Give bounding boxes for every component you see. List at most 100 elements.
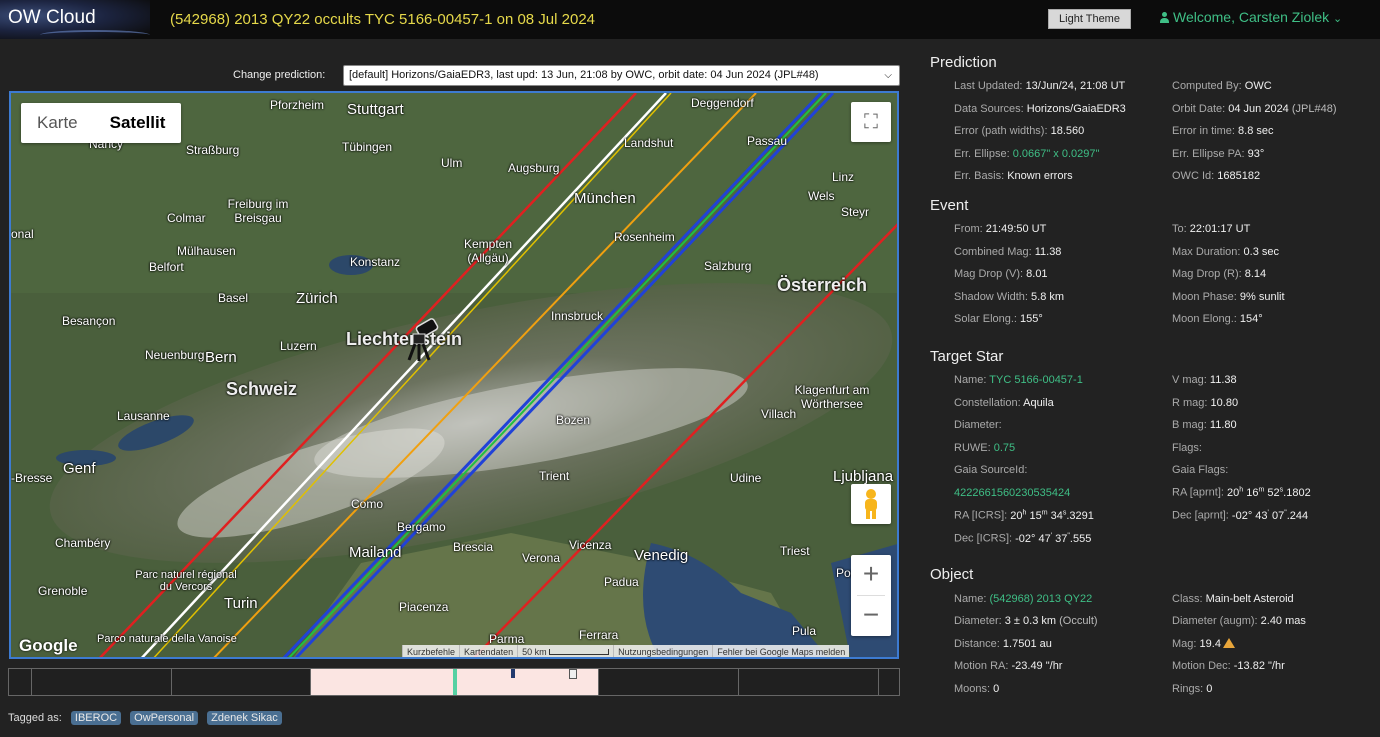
- place-label: Belfort: [149, 260, 184, 274]
- map-type-control: Karte Satellit: [21, 103, 182, 143]
- dec-icrs: Dec [ICRS]: -02° 47' 37".555: [954, 532, 1092, 545]
- place-label: Trient: [539, 469, 570, 483]
- gaia-source-id-link[interactable]: 4222661560230535424: [954, 487, 1070, 499]
- object-diameter: Diameter: 3 ± 0.3 km (Occult): [954, 615, 1098, 627]
- tag-badge[interactable]: IBEROC: [70, 711, 122, 725]
- place-label: Bern: [205, 349, 237, 366]
- zoom-in-button[interactable]: +: [851, 555, 891, 595]
- place-label: Basel: [218, 291, 249, 305]
- place-label: Piacenza: [399, 600, 449, 614]
- app-logo[interactable]: OW Cloud: [0, 0, 150, 39]
- map-type-karte-button[interactable]: Karte: [21, 103, 94, 143]
- timeline-bar[interactable]: [8, 668, 900, 696]
- fullscreen-icon: ⛶: [864, 111, 878, 133]
- timeline-tick: [878, 669, 879, 695]
- place-label: Österreich: [777, 275, 868, 295]
- solar-elong: Solar Elong.: 155°: [954, 313, 1043, 325]
- place-label: Parc naturel régional du Vercors: [135, 569, 237, 593]
- place-label: Salzburg: [704, 259, 752, 273]
- street-view-pegman-button[interactable]: [851, 484, 891, 524]
- tags-label: Tagged as:: [8, 712, 62, 724]
- fullscreen-button[interactable]: ⛶: [851, 102, 891, 142]
- timeline-event-marker: [511, 669, 515, 678]
- place-label: Parco naturale della Vanoise: [97, 633, 237, 645]
- place-label: Triest: [780, 544, 810, 558]
- map-type-satellit-button[interactable]: Satellit: [94, 103, 182, 143]
- place-label: Lausanne: [117, 409, 170, 423]
- star-name: Name: TYC 5166-00457-1: [954, 374, 1083, 386]
- warning-icon[interactable]: [1222, 638, 1235, 648]
- map-view[interactable]: Pforzheim Stuttgart Deggendorf Nancy Str…: [9, 91, 899, 659]
- scale-label: 50 km: [522, 647, 547, 657]
- place-label: Ferrara: [579, 628, 619, 642]
- object-distance: Distance: 1.7501 au: [954, 638, 1052, 650]
- data-sources: Data Sources: Horizons/GaiaEDR3: [954, 103, 1126, 115]
- moon-elong: Moon Elong.: 154°: [1172, 313, 1263, 325]
- prediction-select[interactable]: [default] Horizons/GaiaEDR3, last upd: 1…: [343, 65, 900, 86]
- owc-id: OWC Id: 1685182: [1172, 170, 1261, 182]
- place-label: onal: [11, 227, 34, 241]
- prediction-heading: Prediction: [930, 54, 997, 71]
- place-label: Bergamo: [397, 520, 446, 534]
- err-ellipse: Err. Ellipse: 0.0667" x 0.0297": [954, 148, 1100, 160]
- place-label: Parma: [489, 632, 525, 646]
- place-label: Turin: [224, 595, 258, 612]
- place-label: Landshut: [624, 136, 674, 150]
- place-label: Deggendorf: [691, 96, 754, 110]
- ruwe: RUWE: 0.75: [954, 442, 1016, 454]
- scale-bar[interactable]: 50 km: [517, 645, 613, 657]
- star-rmag: R mag: 10.80: [1172, 397, 1239, 409]
- place-label: Chambéry: [55, 536, 111, 550]
- app-name: OW Cloud: [8, 7, 96, 28]
- place-label: Colmar: [167, 211, 206, 225]
- timeline-tick: [31, 669, 32, 695]
- place-label: Grenoble: [38, 584, 88, 598]
- terms-link[interactable]: Nutzungsbedingungen: [613, 645, 712, 657]
- place-label: Brescia: [453, 540, 494, 554]
- object-class: Class: Main-belt Asteroid: [1172, 593, 1294, 605]
- place-label: Vicenza: [569, 538, 612, 552]
- place-label: München: [574, 190, 636, 207]
- place-label: Villach: [761, 407, 797, 421]
- place-label: Como: [351, 497, 384, 511]
- keyboard-shortcuts-link[interactable]: Kurzbefehle: [402, 645, 459, 657]
- scale-line: [549, 649, 610, 655]
- place-label: Innsbruck: [551, 309, 604, 323]
- err-ellipse-link[interactable]: 0.0667" x 0.0297": [1013, 148, 1100, 160]
- place-label: Augsburg: [508, 161, 560, 175]
- object-mag: Mag: 19.4: [1172, 638, 1235, 650]
- star-name-link[interactable]: TYC 5166-00457-1: [989, 374, 1083, 386]
- place-label: Venedig: [634, 547, 689, 564]
- place-label: Stuttgart: [347, 101, 404, 118]
- prediction-select-value: [default] Horizons/GaiaEDR3, last upd: 1…: [349, 69, 819, 81]
- place-label: -Bresse: [11, 471, 53, 485]
- star-vmag: V mag: 11.38: [1172, 374, 1237, 386]
- timeline-current-marker: [453, 669, 457, 695]
- logo-swoosh: [40, 30, 150, 40]
- place-label: Steyr: [841, 205, 870, 219]
- place-label: Genf: [63, 460, 96, 477]
- shadow-width: Shadow Width: 5.8 km: [954, 291, 1065, 303]
- place-label: Freiburg im Breisgau: [227, 197, 289, 225]
- tag-badge[interactable]: OwPersonal: [130, 711, 199, 725]
- place-label: Ulm: [441, 156, 463, 170]
- timeline-tick: [598, 669, 599, 695]
- google-logo: Google: [19, 636, 78, 655]
- moon-phase: Moon Phase: 9% sunlit: [1172, 291, 1285, 303]
- event-to: To: 22:01:17 UT: [1172, 223, 1251, 235]
- light-theme-button[interactable]: Light Theme: [1048, 9, 1131, 29]
- timeline-handle[interactable]: [569, 669, 577, 679]
- observer-telescope-icon[interactable]: [403, 318, 443, 363]
- chevron-down-icon: ⌄: [1333, 13, 1343, 25]
- user-menu[interactable]: Welcome, Carsten Ziolek ⌄: [1160, 9, 1342, 25]
- max-duration: Max Duration: 0.3 sec: [1172, 246, 1280, 258]
- tag-badge[interactable]: Zdenek Sikac: [207, 711, 282, 725]
- place-label: Konstanz: [350, 255, 401, 269]
- user-icon: [1160, 12, 1169, 23]
- map-data-link[interactable]: Kartendaten: [459, 645, 517, 657]
- report-error-link[interactable]: Fehler bei Google Maps melden: [712, 645, 849, 657]
- zoom-out-button[interactable]: −: [851, 596, 891, 636]
- gaia-flags: Gaia Flags:: [1172, 464, 1229, 476]
- place-label: Padua: [604, 575, 639, 589]
- object-name-link[interactable]: (542968) 2013 QY22: [989, 593, 1092, 605]
